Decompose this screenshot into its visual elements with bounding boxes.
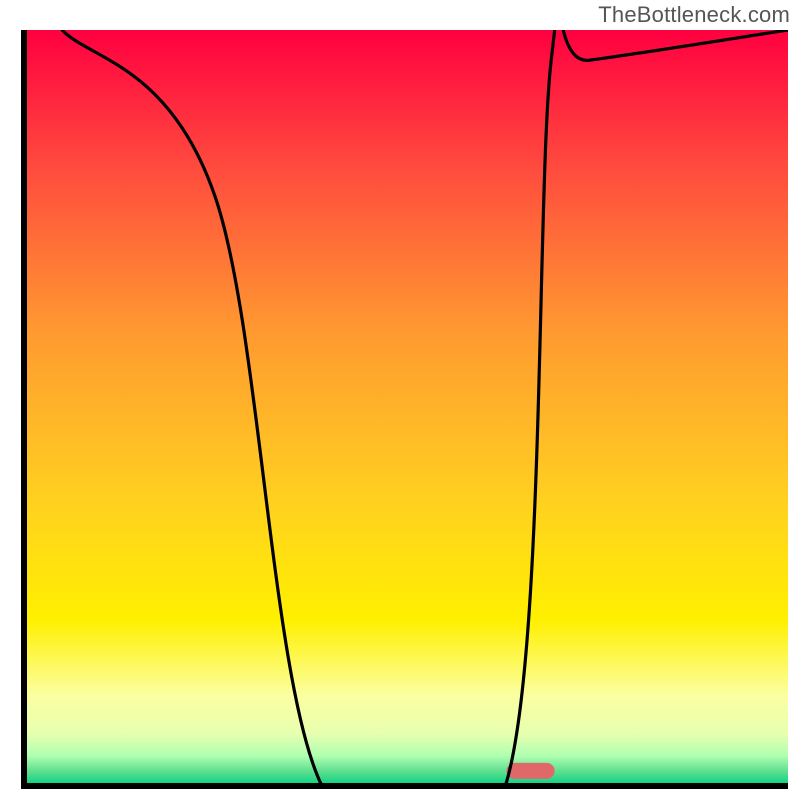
- chart-background: [24, 30, 788, 786]
- chart-container: TheBottleneck.com: [0, 0, 800, 800]
- watermark-label: TheBottleneck.com: [598, 2, 790, 28]
- chart-svg: [0, 0, 800, 800]
- marker-pill: [506, 763, 554, 779]
